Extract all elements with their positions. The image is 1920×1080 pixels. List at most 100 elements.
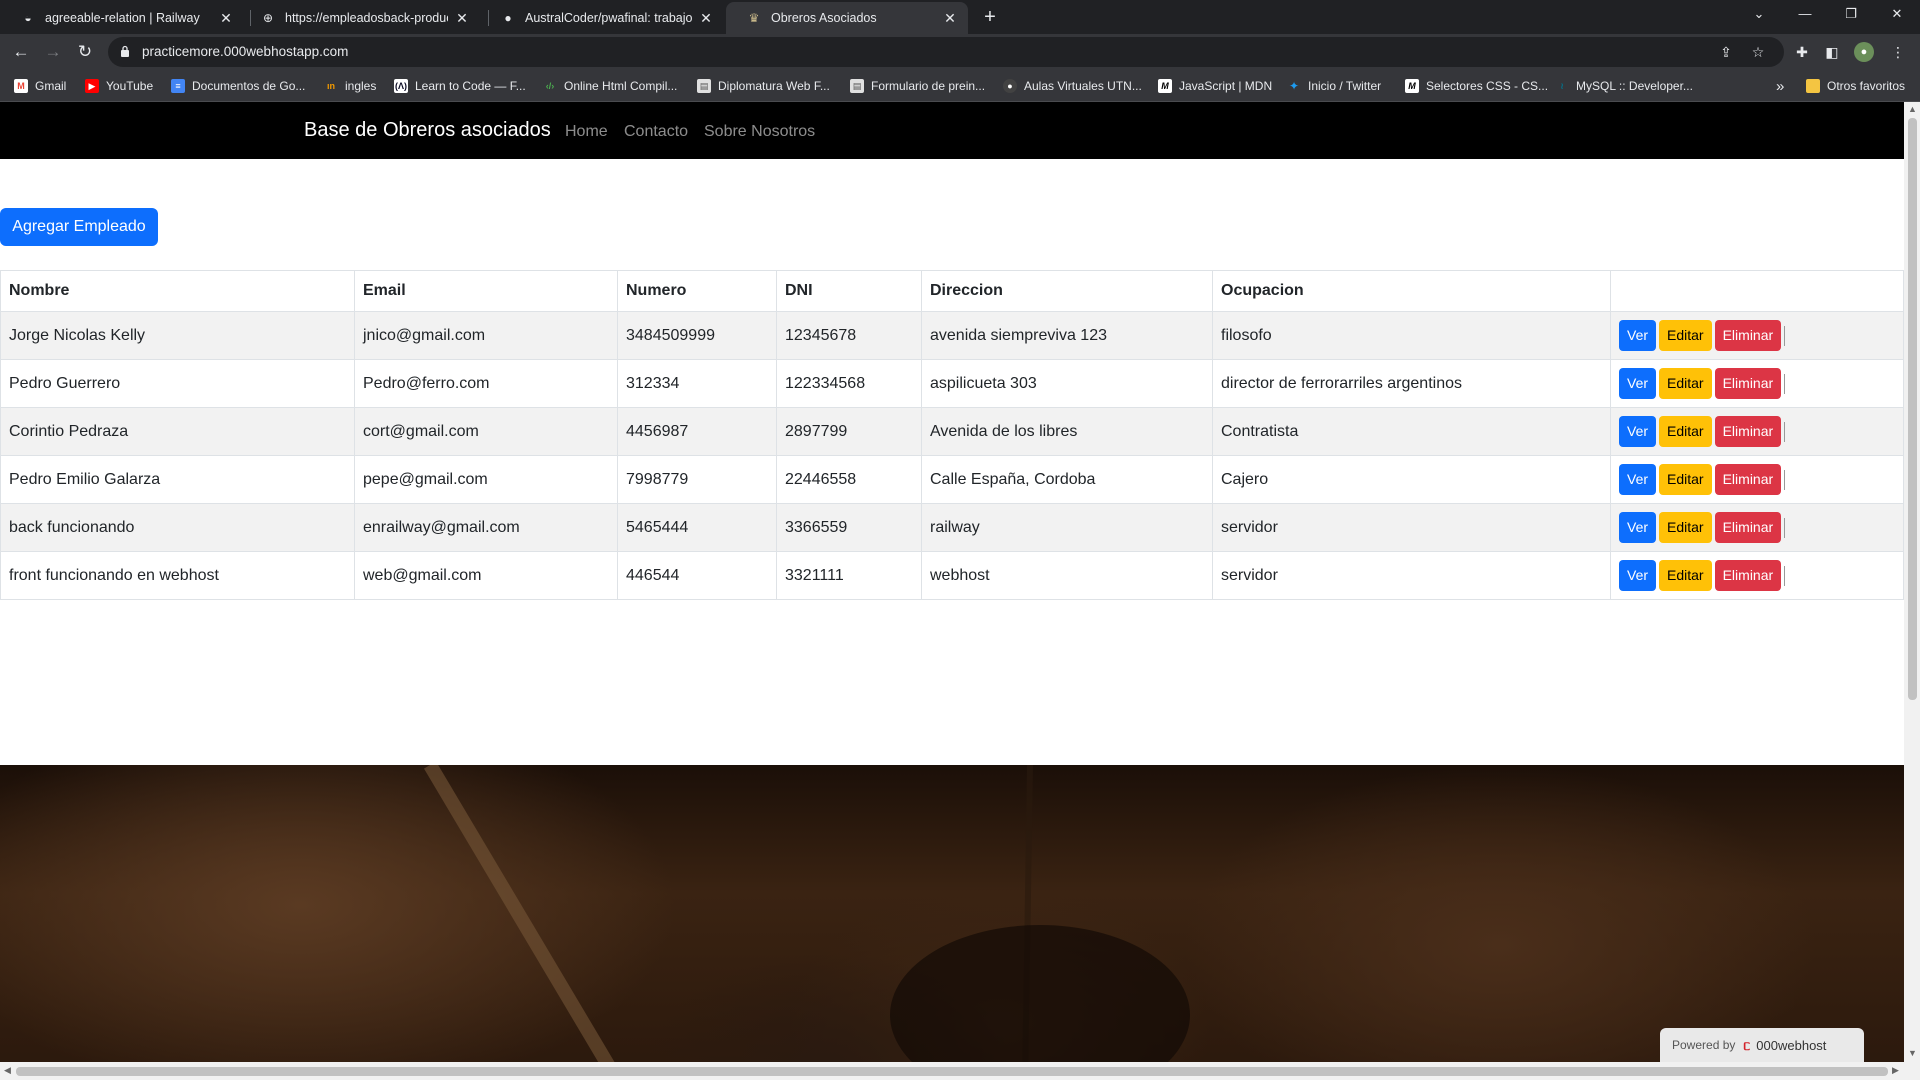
address-bar[interactable]: practicemore.000webhostapp.com ⇪ ☆ — [108, 37, 1784, 67]
restore-icon[interactable]: ❐ — [1828, 0, 1874, 30]
horizontal-scrollbar[interactable]: ◀ ▶ — [0, 1062, 1920, 1080]
close-icon[interactable]: ✕ — [218, 10, 234, 27]
bookmark-label: Documentos de Go... — [192, 79, 306, 93]
minimize-icon[interactable]: — — [1782, 0, 1828, 30]
site-brand[interactable]: Base de Obreros asociados — [304, 119, 551, 142]
bookmark-docs[interactable]: ≡ Documentos de Go... — [171, 77, 305, 95]
bookmark-twitter[interactable]: ✦ Inicio / Twitter — [1287, 77, 1381, 95]
delete-button[interactable]: Eliminar — [1714, 512, 1782, 543]
extensions-puzzle-icon[interactable]: ✚ — [1792, 42, 1812, 62]
scroll-left-arrow-icon[interactable]: ◀ — [4, 1065, 11, 1076]
view-button[interactable]: Ver — [1619, 320, 1657, 351]
bookmark-label: Formulario de prein... — [871, 79, 986, 93]
utn-icon: ● — [1003, 79, 1017, 93]
bookmark-label: ingles — [345, 79, 377, 93]
bookmark-ingles[interactable]: ın ingles — [324, 77, 376, 95]
share-icon[interactable]: ⇪ — [1716, 42, 1736, 62]
cell-actions: Ver Editar Eliminar — [1610, 311, 1904, 360]
delete-button[interactable]: Eliminar — [1714, 560, 1782, 591]
bookmark-mdn-selectores[interactable]: M Selectores CSS - CS... — [1405, 77, 1548, 95]
profile-avatar[interactable]: ● — [1854, 42, 1874, 62]
edit-button[interactable]: Editar — [1659, 416, 1712, 447]
cell-email: pepe@gmail.com — [354, 455, 618, 504]
view-button[interactable]: Ver — [1619, 368, 1657, 399]
bookmark-html-compiler[interactable]: ‹/› Online Html Compil... — [543, 77, 678, 95]
horizontal-scroll-thumb[interactable] — [16, 1067, 1888, 1076]
cell-actions: Ver Editar Eliminar — [1610, 359, 1904, 408]
nav-link-contacto[interactable]: Contacto — [624, 123, 688, 141]
bookmark-mdn-javascript[interactable]: M JavaScript | MDN — [1158, 77, 1272, 95]
view-button[interactable]: Ver — [1619, 560, 1657, 591]
bookmark-formulario[interactable]: ▤ Formulario de prein... — [850, 77, 985, 95]
powered-by-badge[interactable]: Powered by ᥴ 000webhost — [1660, 1028, 1864, 1062]
other-bookmarks-label: Otros favoritos — [1827, 79, 1906, 93]
bookmarks-overflow-chevron[interactable]: » — [1776, 77, 1784, 95]
scroll-down-arrow-icon[interactable]: ▼ — [1908, 1048, 1917, 1058]
edit-button[interactable]: Editar — [1659, 560, 1712, 591]
cell-numero: 7998779 — [617, 455, 777, 504]
cell-email: Pedro@ferro.com — [354, 359, 618, 408]
nav-link-sobre-nosotros[interactable]: Sobre Nosotros — [704, 123, 815, 141]
other-bookmarks[interactable]: Otros favoritos — [1806, 77, 1905, 95]
new-tab-button[interactable]: + — [978, 6, 1002, 30]
reload-icon[interactable]: ↻ — [73, 40, 97, 64]
action-divider — [1784, 325, 1786, 346]
web-favicon: ♛ — [748, 11, 760, 25]
menu-kebab-icon[interactable]: ⋮ — [1888, 42, 1908, 62]
close-icon[interactable]: ✕ — [942, 10, 958, 27]
view-button[interactable]: Ver — [1619, 512, 1657, 543]
bookmark-freecodecamp[interactable]: (Λ) Learn to Code — F... — [394, 77, 526, 95]
twitter-icon: ✦ — [1288, 79, 1300, 93]
vertical-scroll-thumb[interactable] — [1908, 118, 1917, 700]
edit-button[interactable]: Editar — [1659, 368, 1712, 399]
add-employee-button[interactable]: Agregar Empleado — [0, 208, 158, 246]
scroll-up-arrow-icon[interactable]: ▲ — [1908, 104, 1917, 114]
tab-obreros-asociados[interactable]: ♛ Obreros Asociados ✕ — [726, 2, 968, 34]
delete-button[interactable]: Eliminar — [1714, 464, 1782, 495]
bookmark-gmail[interactable]: M Gmail — [14, 77, 66, 95]
bookmark-star-icon[interactable]: ☆ — [1748, 42, 1768, 62]
delete-button[interactable]: Eliminar — [1714, 368, 1782, 399]
view-button[interactable]: Ver — [1619, 464, 1657, 495]
delete-button[interactable]: Eliminar — [1714, 416, 1782, 447]
cell-actions: Ver Editar Eliminar — [1610, 551, 1904, 600]
vertical-scrollbar[interactable]: ▲ ▼ — [1904, 102, 1920, 1062]
cell-nombre: Pedro Emilio Galarza — [0, 455, 355, 504]
column-header-nombre: Nombre — [0, 270, 355, 312]
cell-nombre: Jorge Nicolas Kelly — [0, 311, 355, 360]
edit-button[interactable]: Editar — [1659, 512, 1712, 543]
window-close-icon[interactable]: ✕ — [1874, 0, 1920, 30]
tab-search-chevron-icon[interactable]: ⌄ — [1736, 0, 1782, 30]
edit-button[interactable]: Editar — [1659, 464, 1712, 495]
delete-button[interactable]: Eliminar — [1714, 320, 1782, 351]
bookmark-youtube[interactable]: ▶ YouTube — [85, 77, 153, 95]
tab-strip: ◒ agreeable-relation | Railway ✕ ⊕ https… — [0, 0, 1920, 34]
close-icon[interactable]: ✕ — [698, 10, 714, 27]
back-arrow-icon[interactable]: ← — [9, 40, 33, 64]
docs-icon: ≡ — [171, 79, 185, 93]
powered-by-brand: 000webhost — [1756, 1037, 1827, 1053]
side-panel-icon[interactable]: ◧ — [1822, 42, 1842, 62]
bookmark-diplomatura[interactable]: ▤ Diplomatura Web F... — [697, 77, 830, 95]
bookmark-mysql[interactable]: ≀ MySQL :: Developer... — [1555, 77, 1693, 95]
edit-button[interactable]: Editar — [1659, 320, 1712, 351]
tab-railway[interactable]: ◒ agreeable-relation | Railway ✕ — [0, 2, 244, 34]
cell-ocupacion: servidor — [1212, 503, 1611, 552]
view-button[interactable]: Ver — [1619, 416, 1657, 447]
table-row: Pedro Guerrero Pedro@ferro.com 312334 12… — [0, 359, 1904, 408]
tab-github[interactable]: ● AustralCoder/pwafinal: trabajo fi ✕ — [480, 2, 724, 34]
nav-link-home[interactable]: Home — [565, 123, 608, 141]
table-row: Pedro Emilio Galarza pepe@gmail.com 7998… — [0, 455, 1904, 504]
bookmark-label: MySQL :: Developer... — [1576, 79, 1693, 93]
scroll-right-arrow-icon[interactable]: ▶ — [1892, 1065, 1899, 1076]
tab-empleadosback[interactable]: ⊕ https://empleadosback-producti ✕ — [240, 2, 480, 34]
cell-nombre: Pedro Guerrero — [0, 359, 355, 408]
forward-arrow-icon[interactable]: → — [41, 40, 65, 64]
cell-actions: Ver Editar Eliminar — [1610, 455, 1904, 504]
000webhost-logo-icon: ᥴ — [1743, 1036, 1751, 1053]
bookmark-label: Aulas Virtuales UTN... — [1024, 79, 1142, 93]
bookmark-aulas-utn[interactable]: ● Aulas Virtuales UTN... — [1003, 77, 1142, 95]
tab-title: AustralCoder/pwafinal: trabajo fi — [525, 11, 692, 25]
table-row: Jorge Nicolas Kelly jnico@gmail.com 3484… — [0, 311, 1904, 360]
close-icon[interactable]: ✕ — [454, 10, 470, 27]
